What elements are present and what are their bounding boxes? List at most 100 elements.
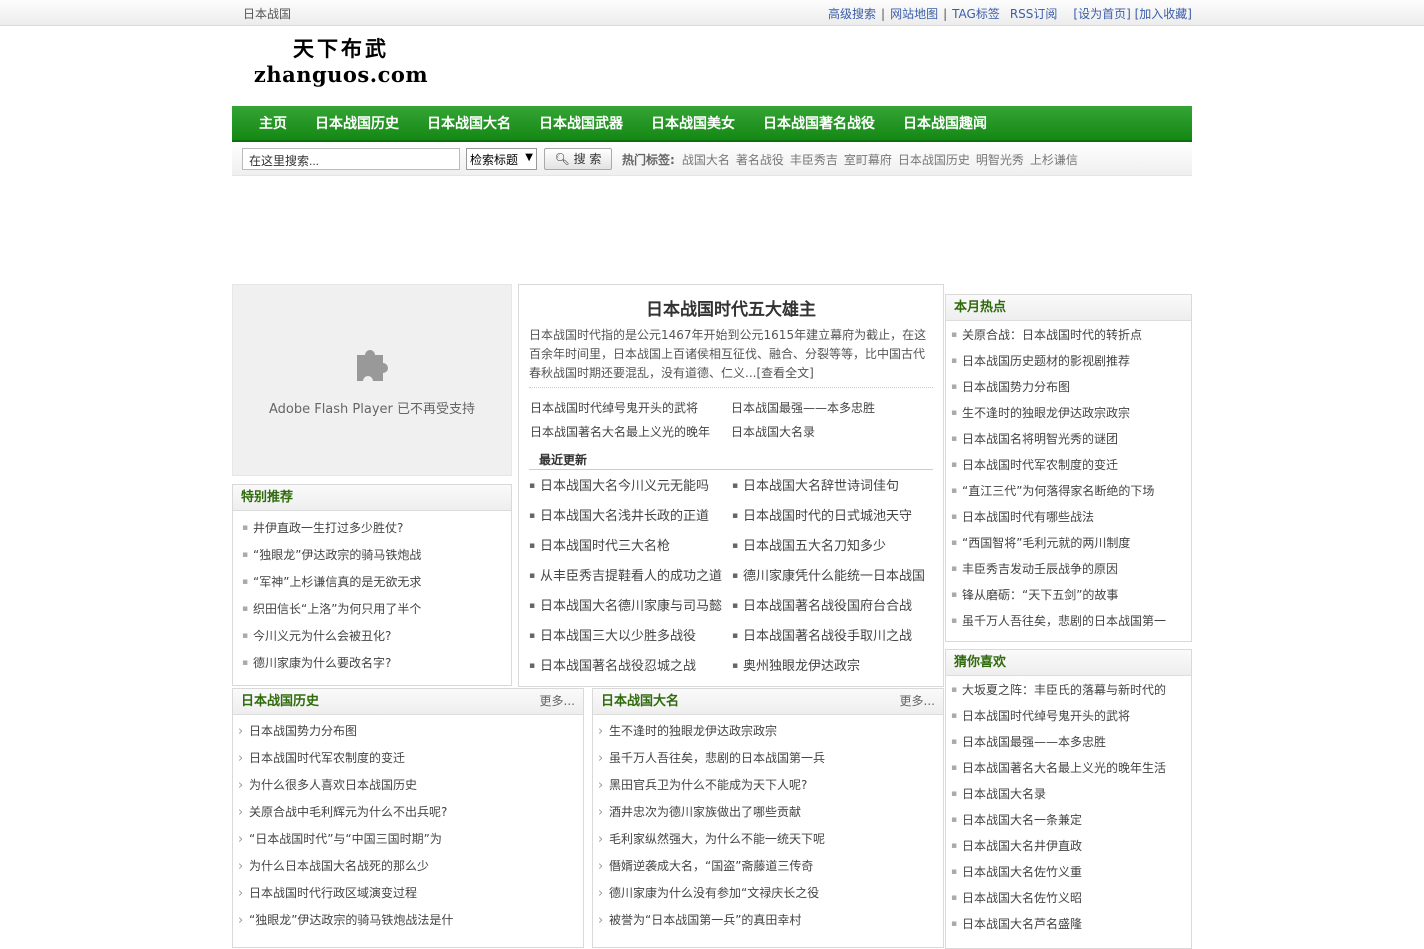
- list-item[interactable]: 日本战国时代绰号鬼开头的武将: [950, 703, 1191, 729]
- recent-item[interactable]: 日本战国著名战役国府台合战: [732, 593, 935, 620]
- nav-item-weapons[interactable]: 日本战国武器: [525, 106, 637, 142]
- search-button[interactable]: 🔍︎ 搜 索: [544, 148, 612, 170]
- list-item[interactable]: 为什么日本战国大名战死的那么少: [237, 853, 583, 880]
- advanced-search-link[interactable]: 高级搜索: [828, 7, 876, 21]
- tag-link[interactable]: TAG标签: [952, 7, 1000, 21]
- hot-tag[interactable]: 日本战国历史: [898, 153, 970, 167]
- list-item[interactable]: 关原合战中毛利辉元为什么不出兵呢?: [237, 799, 583, 826]
- list-item[interactable]: 僭婿逆袭成大名，“国盗”斋藤道三传奇: [597, 853, 943, 880]
- recent-item[interactable]: 从丰臣秀吉提鞋看人的成功之道: [529, 563, 732, 590]
- nav-item-beauties[interactable]: 日本战国美女: [637, 106, 749, 142]
- recent-item[interactable]: 德川家康凭什么能统一日本战国: [732, 563, 935, 590]
- hot-tag[interactable]: 明智光秀: [976, 153, 1024, 167]
- nav-item-anecdotes[interactable]: 日本战国趣闻: [889, 106, 1001, 142]
- site-logo[interactable]: 天下布武 zhanguos.com: [246, 34, 436, 90]
- recent-item[interactable]: 日本战国大名今川义元无能吗: [529, 473, 732, 500]
- list-item[interactable]: 锋从磨砺：“天下五剑”的故事: [950, 582, 1191, 608]
- special-list: 井伊直政一生打过多少胜仗? “独眼龙”伊达政宗的骑马铁炮战 “军神”上杉谦信真的…: [233, 511, 511, 677]
- rss-link[interactable]: RSS订阅: [1010, 7, 1058, 21]
- list-item[interactable]: 生不逢时的独眼龙伊达政宗政宗: [950, 400, 1191, 426]
- nav-item-home[interactable]: 主页: [245, 106, 301, 142]
- search-input[interactable]: 在这里搜索...: [242, 148, 460, 170]
- list-item[interactable]: 丰臣秀吉发动壬辰战争的原因: [950, 556, 1191, 582]
- recent-item[interactable]: 日本战国时代三大名枪: [529, 533, 732, 560]
- recent-item[interactable]: 日本战国著名战役忍城之战: [529, 653, 732, 680]
- list-item[interactable]: 虽千万人吾往矣，悲剧的日本战国第一兵: [597, 745, 943, 772]
- special-title: 特别推荐: [233, 485, 511, 511]
- hot-tag[interactable]: 上杉谦信: [1030, 153, 1078, 167]
- list-item[interactable]: “军神”上杉谦信真的是无欲无求: [241, 569, 511, 596]
- list-item[interactable]: 织田信长“上洛”为何只用了半个: [241, 596, 511, 623]
- recent-item[interactable]: 日本战国三大以少胜多战役: [529, 623, 732, 650]
- guess-box: 猜你喜欢 大坂夏之阵：丰臣氏的落幕与新时代的 日本战国时代绰号鬼开头的武将 日本…: [945, 649, 1192, 949]
- recent-item[interactable]: 日本战国大名辞世诗词佳句: [732, 473, 935, 500]
- hot-tag[interactable]: 丰臣秀吉: [790, 153, 838, 167]
- nav-item-battles[interactable]: 日本战国著名战役: [749, 106, 889, 142]
- list-item[interactable]: 关原合战：日本战国时代的转折点: [950, 322, 1191, 348]
- recent-item[interactable]: 日本战国大名浅井长政的正道: [529, 503, 732, 530]
- featured-title[interactable]: 日本战国时代五大雄主: [519, 295, 943, 320]
- recent-item[interactable]: 日本战国五大名刀知多少: [732, 533, 935, 560]
- logo-domain: zhanguos.com: [253, 62, 429, 87]
- featured-link[interactable]: 日本战国大名录: [731, 420, 932, 444]
- set-homepage-link[interactable]: [设为首页]: [1073, 7, 1130, 21]
- hot-tag[interactable]: 著名战役: [736, 153, 784, 167]
- recent-item[interactable]: 日本战国大名德川家康与司马懿: [529, 593, 732, 620]
- daimyo-more-link[interactable]: 更多...: [900, 689, 935, 714]
- special-box: 特别推荐 井伊直政一生打过多少胜仗? “独眼龙”伊达政宗的骑马铁炮战 “军神”上…: [232, 484, 512, 686]
- hot-tag[interactable]: 室町幕府: [844, 153, 892, 167]
- list-item[interactable]: 日本战国大名芦名盛隆: [950, 911, 1191, 937]
- recent-item[interactable]: 日本战国著名战役手取川之战: [732, 623, 935, 650]
- recent-item[interactable]: 奥州独眼龙伊达政宗: [732, 653, 935, 680]
- list-item[interactable]: 德川家康为什么没有参加“文禄庆长之役: [597, 880, 943, 907]
- list-item[interactable]: 大坂夏之阵：丰臣氏的落幕与新时代的: [950, 677, 1191, 703]
- list-item[interactable]: 黑田官兵卫为什么不能成为天下人呢?: [597, 772, 943, 799]
- list-item[interactable]: 日本战国时代军农制度的变迁: [237, 745, 583, 772]
- list-item[interactable]: “直江三代”为何落得家名断绝的下场: [950, 478, 1191, 504]
- list-item[interactable]: 日本战国大名一条兼定: [950, 807, 1191, 833]
- list-item[interactable]: 日本战国时代有哪些战法: [950, 504, 1191, 530]
- list-item[interactable]: 日本战国著名大名最上义光的晚年生活: [950, 755, 1191, 781]
- list-item[interactable]: 日本战国时代军农制度的变迁: [950, 452, 1191, 478]
- list-item[interactable]: 井伊直政一生打过多少胜仗?: [241, 515, 511, 542]
- guess-list: 大坂夏之阵：丰臣氏的落幕与新时代的 日本战国时代绰号鬼开头的武将 日本战国最强—…: [946, 676, 1191, 937]
- history-box: 日本战国历史 更多... 日本战国势力分布图 日本战国时代军农制度的变迁 为什么很…: [232, 688, 584, 948]
- list-item[interactable]: 日本战国历史题材的影视剧推荐: [950, 348, 1191, 374]
- list-item[interactable]: 被誉为“日本战国第一兵”的真田幸村: [597, 907, 943, 934]
- bookmark-link[interactable]: [加入收藏]: [1135, 7, 1192, 21]
- nav-item-history[interactable]: 日本战国历史: [301, 106, 413, 142]
- list-item[interactable]: 日本战国最强——本多忠胜: [950, 729, 1191, 755]
- list-item[interactable]: 生不逢时的独眼龙伊达政宗政宗: [597, 718, 943, 745]
- list-item[interactable]: “独眼龙”伊达政宗的骑马铁炮战法是什: [237, 907, 583, 934]
- plugin-icon: [357, 350, 388, 381]
- list-item[interactable]: 德川家康为什么要改名字?: [241, 650, 511, 677]
- featured-link[interactable]: 日本战国最强——本多忠胜: [731, 396, 932, 420]
- list-item[interactable]: 酒井忠次为德川家族做出了哪些贡献: [597, 799, 943, 826]
- list-item[interactable]: 日本战国大名录: [950, 781, 1191, 807]
- featured-link[interactable]: 日本战国时代绰号鬼开头的武将: [530, 396, 731, 420]
- list-item[interactable]: “日本战国时代”与“中国三国时期”为: [237, 826, 583, 853]
- featured-links: 日本战国时代绰号鬼开头的武将 日本战国最强——本多忠胜日本战国著名大名最上义光的晚…: [530, 396, 940, 444]
- list-item[interactable]: 日本战国势力分布图: [237, 718, 583, 745]
- nav-item-daimyo[interactable]: 日本战国大名: [413, 106, 525, 142]
- recent-item[interactable]: 日本战国时代的日式城池天守: [732, 503, 935, 530]
- history-more-link[interactable]: 更多...: [540, 689, 575, 714]
- sitemap-link[interactable]: 网站地图: [890, 7, 938, 21]
- search-type-select[interactable]: 检索标题 ▼: [466, 148, 537, 170]
- list-item[interactable]: 日本战国大名井伊直政: [950, 833, 1191, 859]
- list-item[interactable]: 虽千万人吾往矣，悲剧的日本战国第一: [950, 608, 1191, 634]
- list-item[interactable]: “西国智将”毛利元就的两川制度: [950, 530, 1191, 556]
- list-item[interactable]: 日本战国势力分布图: [950, 374, 1191, 400]
- list-item[interactable]: 为什么很多人喜欢日本战国历史: [237, 772, 583, 799]
- list-item[interactable]: 日本战国名将明智光秀的谜团: [950, 426, 1191, 452]
- daimyo-header: 日本战国大名 更多...: [593, 689, 943, 715]
- list-item[interactable]: 今川义元为什么会被丑化?: [241, 623, 511, 650]
- list-item[interactable]: “独眼龙”伊达政宗的骑马铁炮战: [241, 542, 511, 569]
- list-item[interactable]: 日本战国时代行政区域演变过程: [237, 880, 583, 907]
- list-item[interactable]: 日本战国大名佐竹义重: [950, 859, 1191, 885]
- featured-link[interactable]: 日本战国著名大名最上义光的晚年: [530, 420, 731, 444]
- flash-placeholder: Adobe Flash Player 已不再受支持: [232, 284, 512, 476]
- list-item[interactable]: 毛利家纵然强大，为什么不能一统天下呢: [597, 826, 943, 853]
- hot-tag[interactable]: 战国大名: [682, 153, 730, 167]
- list-item[interactable]: 日本战国大名佐竹义昭: [950, 885, 1191, 911]
